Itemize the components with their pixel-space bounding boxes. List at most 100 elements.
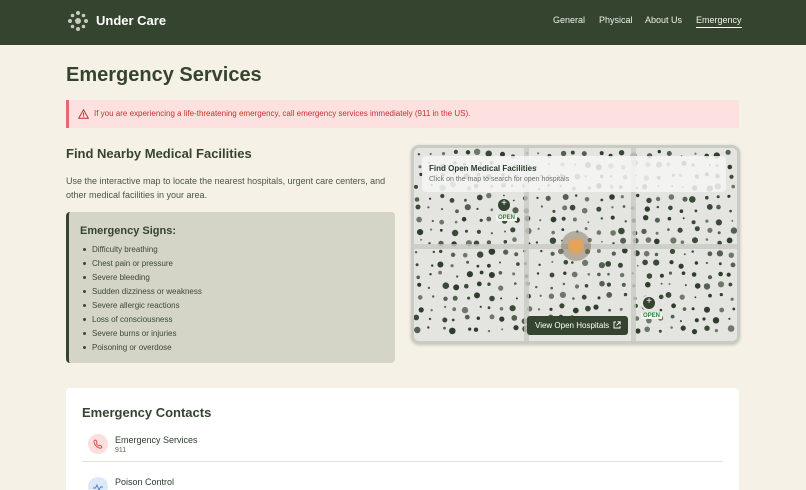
map-dot — [429, 273, 432, 276]
map-dot — [512, 199, 515, 202]
map-dot — [416, 275, 420, 280]
map-dot — [439, 219, 445, 225]
nav-physical[interactable]: Physical — [599, 15, 633, 25]
map-dot — [476, 194, 483, 201]
map-dot — [537, 152, 540, 155]
map-dot — [668, 205, 673, 211]
map-dot — [600, 198, 604, 202]
map-dot — [562, 194, 569, 200]
logo-icon[interactable] — [67, 10, 89, 32]
map-dot — [670, 314, 675, 319]
map-dot — [654, 238, 660, 245]
external-link-icon — [613, 321, 621, 329]
map-dot — [584, 227, 588, 231]
map-dot — [540, 205, 543, 208]
map-dot — [691, 250, 694, 253]
map-dot — [607, 272, 610, 276]
map-dot — [572, 217, 577, 222]
facilities-map[interactable]: Find Open Medical Facilities Click on th… — [411, 145, 740, 344]
map-header: Find Open Medical Facilities Click on th… — [422, 156, 726, 192]
map-dot — [489, 314, 495, 320]
emergency-signs-list: Difficulty breathing Chest pain or press… — [83, 243, 202, 355]
contact-name: Emergency Services — [115, 435, 198, 445]
map-dot — [500, 297, 503, 300]
alert-text: If you are experiencing a life-threateni… — [94, 109, 471, 118]
map-dot — [596, 206, 602, 212]
map-dot — [427, 286, 431, 290]
nav-about-us[interactable]: About Us — [645, 15, 682, 25]
map-dot — [418, 307, 424, 313]
map-dot — [563, 260, 569, 265]
hospital-marker[interactable] — [641, 295, 657, 311]
map-dot — [731, 184, 735, 189]
map-dot — [464, 283, 469, 289]
map-dot — [704, 325, 710, 331]
map-dot — [729, 209, 732, 213]
map-dot — [535, 285, 538, 289]
map-dot — [694, 318, 699, 323]
map-dot — [539, 219, 542, 222]
map-dot — [726, 237, 733, 244]
map-dot — [479, 305, 482, 308]
map-dot — [539, 294, 542, 297]
map-dot — [428, 317, 432, 321]
map-dot — [467, 296, 471, 300]
map-title: Find Open Medical Facilities — [429, 164, 537, 173]
map-dot — [610, 230, 616, 236]
map-dot — [449, 198, 455, 203]
page-title: Emergency Services — [66, 64, 262, 86]
map-dot — [624, 220, 627, 223]
map-dot — [451, 229, 459, 237]
map-dot — [677, 227, 683, 233]
user-location-marker[interactable] — [561, 231, 591, 261]
map-dot — [415, 204, 421, 210]
map-dot — [585, 305, 591, 312]
map-dot — [581, 207, 588, 214]
map-dot — [476, 281, 482, 287]
map-dot — [667, 228, 670, 231]
contact-number[interactable]: 911 — [115, 447, 126, 454]
nav-general[interactable]: General — [553, 15, 585, 25]
map-dot — [499, 316, 505, 322]
map-dot — [725, 149, 731, 155]
map-dot — [463, 198, 467, 202]
map-dot — [509, 305, 516, 312]
map-dot — [636, 193, 640, 198]
map-dot — [414, 326, 421, 334]
map-dot — [454, 220, 458, 224]
map-dot — [644, 326, 650, 333]
map-dot — [719, 307, 725, 313]
map-dot — [622, 205, 626, 208]
map-dot — [427, 326, 430, 329]
map-dot — [431, 264, 434, 267]
map-dot — [486, 240, 492, 245]
map-dot — [559, 303, 565, 309]
nav-emergency[interactable]: Emergency — [696, 15, 742, 28]
map-dot — [540, 249, 543, 253]
map-dot — [728, 317, 731, 320]
map-dot — [561, 228, 565, 231]
emergency-signs-box: Emergency Signs: Difficulty breathing Ch… — [66, 212, 395, 363]
map-dot — [465, 229, 468, 233]
view-open-hospitals-button[interactable]: View Open Hospitals — [527, 316, 628, 335]
map-dot — [707, 227, 713, 233]
map-dot — [659, 273, 664, 278]
map-dot — [611, 206, 614, 209]
map-dot — [714, 329, 718, 333]
map-dot — [679, 294, 685, 300]
map-dot — [550, 251, 555, 256]
top-navbar: Under Care General Physical About Us Eme… — [0, 0, 806, 45]
hospital-marker[interactable] — [496, 197, 512, 213]
map-dot — [489, 295, 495, 302]
map-dot — [702, 317, 706, 321]
map-dot — [486, 192, 492, 199]
map-dot — [487, 263, 491, 268]
map-dot — [691, 220, 696, 225]
map-dot — [660, 282, 663, 285]
map-dot — [512, 272, 516, 276]
map-dot — [668, 271, 673, 275]
map-dot — [665, 292, 672, 298]
map-dot — [453, 284, 460, 291]
map-dot — [705, 219, 709, 223]
brand-name[interactable]: Under Care — [96, 13, 166, 28]
